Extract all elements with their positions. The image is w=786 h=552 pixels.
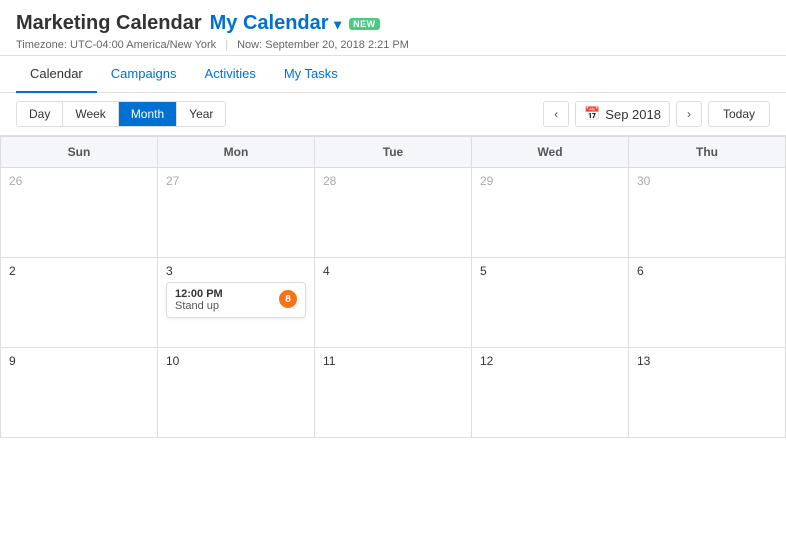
table-row[interactable]: 26 [1,168,158,258]
col-sun: Sun [1,137,158,168]
title-row: Marketing Calendar My Calendar ▾ NEW [16,12,770,35]
view-week-button[interactable]: Week [63,102,118,126]
event-time: 12:00 PM [175,288,223,300]
tab-activities[interactable]: Activities [191,56,270,93]
calendar-wrapper: Sun Mon Tue Wed Thu 26 27 28 29 30 2 3 12:00 PM… [0,136,786,438]
day-number: 30 [637,174,777,188]
chevron-down-icon: ▾ [334,16,341,32]
table-row[interactable]: 30 [629,168,786,258]
calendar-toolbar: Day Week Month Year ‹ 📅 Sep 2018 › Today [0,93,786,136]
table-row[interactable]: 11 [315,348,472,438]
page-header: Marketing Calendar My Calendar ▾ NEW Tim… [0,0,786,56]
next-month-button[interactable]: › [676,101,702,127]
nav-controls: ‹ 📅 Sep 2018 › Today [543,101,770,127]
table-row[interactable]: 4 [315,258,472,348]
table-row[interactable]: 2 [1,258,158,348]
my-calendar-label[interactable]: My Calendar ▾ [210,12,342,35]
table-row[interactable]: 3 12:00 PMStand up 8 [158,258,315,348]
prev-month-button[interactable]: ‹ [543,101,569,127]
table-row[interactable]: 27 [158,168,315,258]
calendar-grid: Sun Mon Tue Wed Thu 26 27 28 29 30 2 3 12:00 PM… [0,136,786,438]
view-month-button[interactable]: Month [119,102,177,126]
day-number: 10 [166,354,306,368]
event-name: Stand up [175,300,223,312]
tab-campaigns[interactable]: Campaigns [97,56,191,93]
day-number: 4 [323,264,463,278]
table-row[interactable]: 6 [629,258,786,348]
day-number: 26 [9,174,149,188]
tabs-bar: Calendar Campaigns Activities My Tasks [0,56,786,93]
table-row[interactable]: 5 [472,258,629,348]
col-tue: Tue [315,137,472,168]
tab-calendar[interactable]: Calendar [16,56,97,93]
day-number: 6 [637,264,777,278]
col-mon: Mon [158,137,315,168]
today-button[interactable]: Today [708,101,770,127]
day-number: 3 [166,264,306,278]
timezone-bar: Timezone: UTC-04:00 America/New York | N… [16,39,770,51]
app-title: Marketing Calendar [16,12,202,35]
day-number: 11 [323,354,463,368]
table-row[interactable]: 12 [472,348,629,438]
new-badge: NEW [349,18,380,30]
table-row[interactable]: 28 [315,168,472,258]
month-label: 📅 Sep 2018 [575,101,670,127]
table-row[interactable]: 9 [1,348,158,438]
view-day-button[interactable]: Day [17,102,63,126]
day-number: 9 [9,354,149,368]
table-row[interactable]: 10 [158,348,315,438]
view-year-button[interactable]: Year [177,102,225,126]
table-row[interactable]: 29 [472,168,629,258]
event-badge: 8 [279,290,297,308]
view-buttons: Day Week Month Year [16,101,226,127]
calendar-icon: 📅 [584,106,600,122]
table-row[interactable]: 13 [629,348,786,438]
day-number: 29 [480,174,620,188]
day-number: 5 [480,264,620,278]
col-thu: Thu [629,137,786,168]
event-card[interactable]: 12:00 PMStand up 8 [166,282,306,318]
tab-my-tasks[interactable]: My Tasks [270,56,352,93]
day-number: 12 [480,354,620,368]
day-number: 27 [166,174,306,188]
col-wed: Wed [472,137,629,168]
day-number: 28 [323,174,463,188]
day-number: 2 [9,264,149,278]
day-number: 13 [637,354,777,368]
